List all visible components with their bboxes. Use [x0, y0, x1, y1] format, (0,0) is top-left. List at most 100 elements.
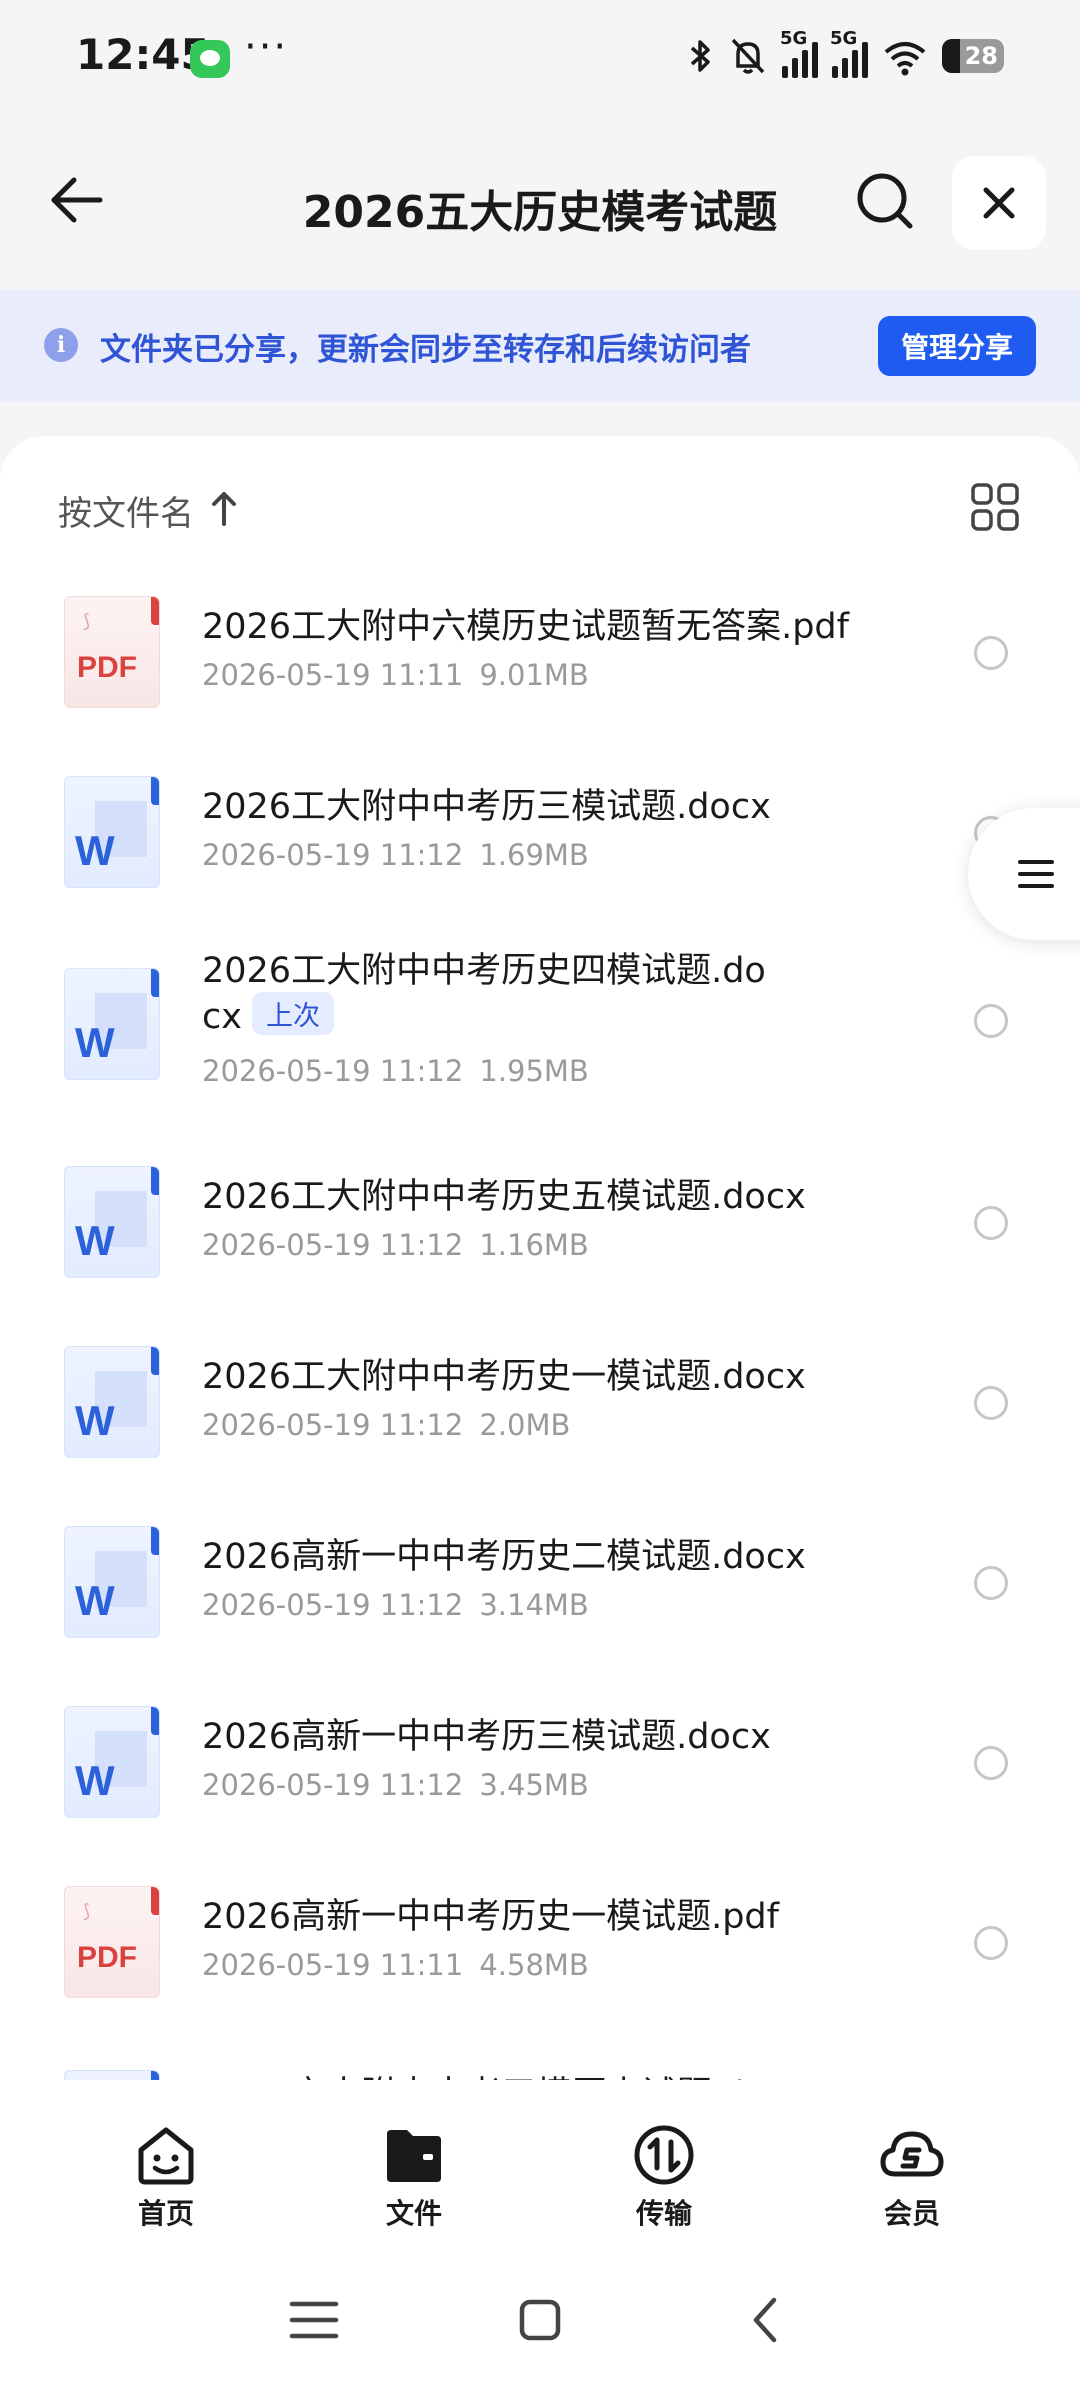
wifi-icon [884, 42, 926, 76]
file-date: 2026-05-19 11:11 [202, 658, 464, 692]
search-icon[interactable] [852, 168, 916, 232]
menu-lines-icon [1018, 860, 1054, 888]
nav-label: 传输 [635, 2197, 692, 2230]
file-size: 3.45MB [479, 1768, 589, 1802]
word-file-icon: W [64, 1526, 160, 1638]
system-back-icon[interactable] [736, 2290, 796, 2350]
file-size: 1.95MB [479, 1054, 589, 1088]
select-radio[interactable] [974, 1926, 1008, 1960]
select-radio[interactable] [974, 636, 1008, 670]
select-radio[interactable] [974, 1566, 1008, 1600]
battery-indicator: 28 [942, 39, 1004, 73]
file-name: 2026工大附中六模历史试题暂无答案.pdf [202, 607, 849, 647]
nav-transfer[interactable]: 传输 [584, 2080, 744, 2230]
select-radio[interactable] [974, 1206, 1008, 1240]
folder-icon [387, 2130, 441, 2182]
select-radio[interactable] [974, 1746, 1008, 1780]
word-file-icon: W [64, 968, 160, 1080]
pdf-file-icon: ⟆ PDF [64, 596, 160, 708]
file-meta: 2026-05-19 11:11 4.58MB [202, 1948, 589, 1982]
recent-apps-icon[interactable] [284, 2290, 344, 2350]
pdf-file-icon: ⟆ PDF [64, 1886, 160, 1998]
file-size: 9.01MB [479, 658, 589, 692]
file-size: 1.16MB [479, 1228, 589, 1262]
file-date: 2026-05-19 11:12 [202, 1768, 464, 1802]
status-bar: 12:45 ··· 5G 5G 28 [0, 0, 1080, 120]
page-title: 2026五大历史模考试题 [302, 187, 778, 238]
mute-bell-icon [731, 38, 765, 74]
file-row[interactable]: ⟆ PDF 2026工大附中六模历史试题暂无答案.pdf 2026-05-19 … [0, 586, 1080, 766]
file-row[interactable]: W 2026工大附中中考历史一模试题.docx 2026-05-19 11:12… [0, 1346, 1080, 1526]
more-notifications-icon: ··· [244, 24, 289, 70]
file-row[interactable]: W 2026工大附中中考历史五模试题.docx 2026-05-19 11:12… [0, 1166, 1080, 1346]
home-square-icon[interactable] [510, 2290, 570, 2350]
file-meta: 2026-05-19 11:11 9.01MB [202, 658, 589, 692]
file-date: 2026-05-19 11:11 [202, 1948, 464, 1982]
header: 2026五大历史模考试题 [0, 150, 1080, 260]
sort-ascending-arrow-icon[interactable] [210, 490, 238, 526]
word-file-icon: W [64, 1346, 160, 1458]
file-name-line-1: 2026工大附中中考历史四模试题.do [202, 951, 766, 991]
last-opened-badge: 上次 [251, 992, 334, 1035]
manage-share-button[interactable]: 管理分享 [878, 316, 1036, 376]
sort-by-name-button[interactable]: 按文件名 [58, 486, 194, 535]
cellular-signal-1-icon: 5G [780, 28, 818, 78]
file-name: 2026工大附中中考历史五模试题.docx [202, 1177, 806, 1217]
cellular-signal-2-icon: 5G [830, 28, 868, 78]
file-meta: 2026-05-19 11:12 1.16MB [202, 1228, 589, 1262]
select-radio[interactable] [974, 1004, 1008, 1038]
close-icon [983, 187, 1015, 219]
nav-vip[interactable]: 会员 [832, 2080, 992, 2230]
file-name: 2026高新一中中考历史一模试题.pdf [202, 1897, 779, 1937]
file-row[interactable]: W 2026工大附中中考历史四模试题.do cx 上次 2026-05-19 11… [0, 946, 1080, 1166]
vip-cloud-icon [880, 2131, 944, 2177]
nav-files[interactable]: 文件 [334, 2080, 494, 2230]
word-file-icon: W [64, 1706, 160, 1818]
file-meta: 2026-05-19 11:12 1.95MB [202, 1054, 589, 1088]
close-button[interactable] [952, 156, 1046, 250]
file-name: 2026工大附中中考历三模试题.docx [202, 787, 771, 827]
share-banner: i 文件夹已分享，更新会同步至转存和后续访问者 管理分享 [0, 290, 1080, 402]
file-meta: 2026-05-19 11:12 1.69MB [202, 838, 589, 872]
word-file-icon: W [64, 1166, 160, 1278]
bottom-nav: 首页 文件 传输 会员 [0, 2080, 1080, 2230]
file-name: 2026高新一中中考历史二模试题.docx [202, 1537, 806, 1577]
file-row[interactable]: ⟆ PDF 2026高新一中中考历史一模试题.pdf 2026-05-19 11… [0, 1886, 1080, 2066]
file-meta: 2026-05-19 11:12 3.14MB [202, 1588, 589, 1622]
select-radio[interactable] [974, 1386, 1008, 1420]
file-date: 2026-05-19 11:12 [202, 1228, 464, 1262]
file-date: 2026-05-19 11:12 [202, 838, 464, 872]
transfer-icon [634, 2125, 694, 2185]
word-file-icon: W [64, 776, 160, 888]
file-row[interactable]: W 2026高新一中中考历三模试题.docx 2026-05-19 11:12 3… [0, 1706, 1080, 1886]
file-size: 4.58MB [479, 1948, 589, 1982]
file-meta: 2026-05-19 11:12 3.45MB [202, 1768, 589, 1802]
file-date: 2026-05-19 11:12 [202, 1588, 464, 1622]
status-icons: 5G 5G 28 [688, 28, 1004, 78]
file-date: 2026-05-19 11:12 [202, 1408, 464, 1442]
nav-label: 会员 [883, 2197, 940, 2230]
file-list-panel: 按文件名 ⟆ PDF 2026工大附中六模历史试题暂无答案.pdf 2026-0… [0, 436, 1080, 2086]
file-name: 2026高新一中中考历三模试题.docx [202, 1717, 771, 1757]
file-size: 2.0MB [479, 1408, 571, 1442]
file-size: 1.69MB [479, 838, 589, 872]
file-size: 3.14MB [479, 1588, 589, 1622]
home-face-icon [138, 2127, 194, 2185]
file-name-line-2: cx 上次 [202, 992, 334, 1037]
nav-home[interactable]: 首页 [86, 2080, 246, 2230]
nav-label: 首页 [137, 2197, 194, 2230]
nav-label: 文件 [385, 2197, 442, 2230]
info-icon: i [44, 328, 78, 362]
file-name: 2026工大附中中考历史一模试题.docx [202, 1357, 806, 1397]
bluetooth-icon [690, 40, 710, 72]
message-app-icon [190, 40, 230, 78]
file-row[interactable]: W 2026高新一中中考历史二模试题.docx 2026-05-19 11:12… [0, 1526, 1080, 1706]
file-row[interactable]: W 2026工大附中中考历三模试题.docx 2026-05-19 11:12 1… [0, 766, 1080, 946]
sort-bar: 按文件名 [0, 472, 1080, 542]
grid-view-icon[interactable] [970, 482, 1020, 532]
share-notice-text: 文件夹已分享，更新会同步至转存和后续访问者 [100, 332, 751, 368]
screen: 12:45 ··· 5G 5G 28 2026五大历史模考试题 i 文件夹已分享… [0, 0, 1080, 2400]
file-date: 2026-05-19 11:12 [202, 1054, 464, 1088]
system-nav-bar [0, 2230, 1080, 2400]
file-meta: 2026-05-19 11:12 2.0MB [202, 1408, 570, 1442]
